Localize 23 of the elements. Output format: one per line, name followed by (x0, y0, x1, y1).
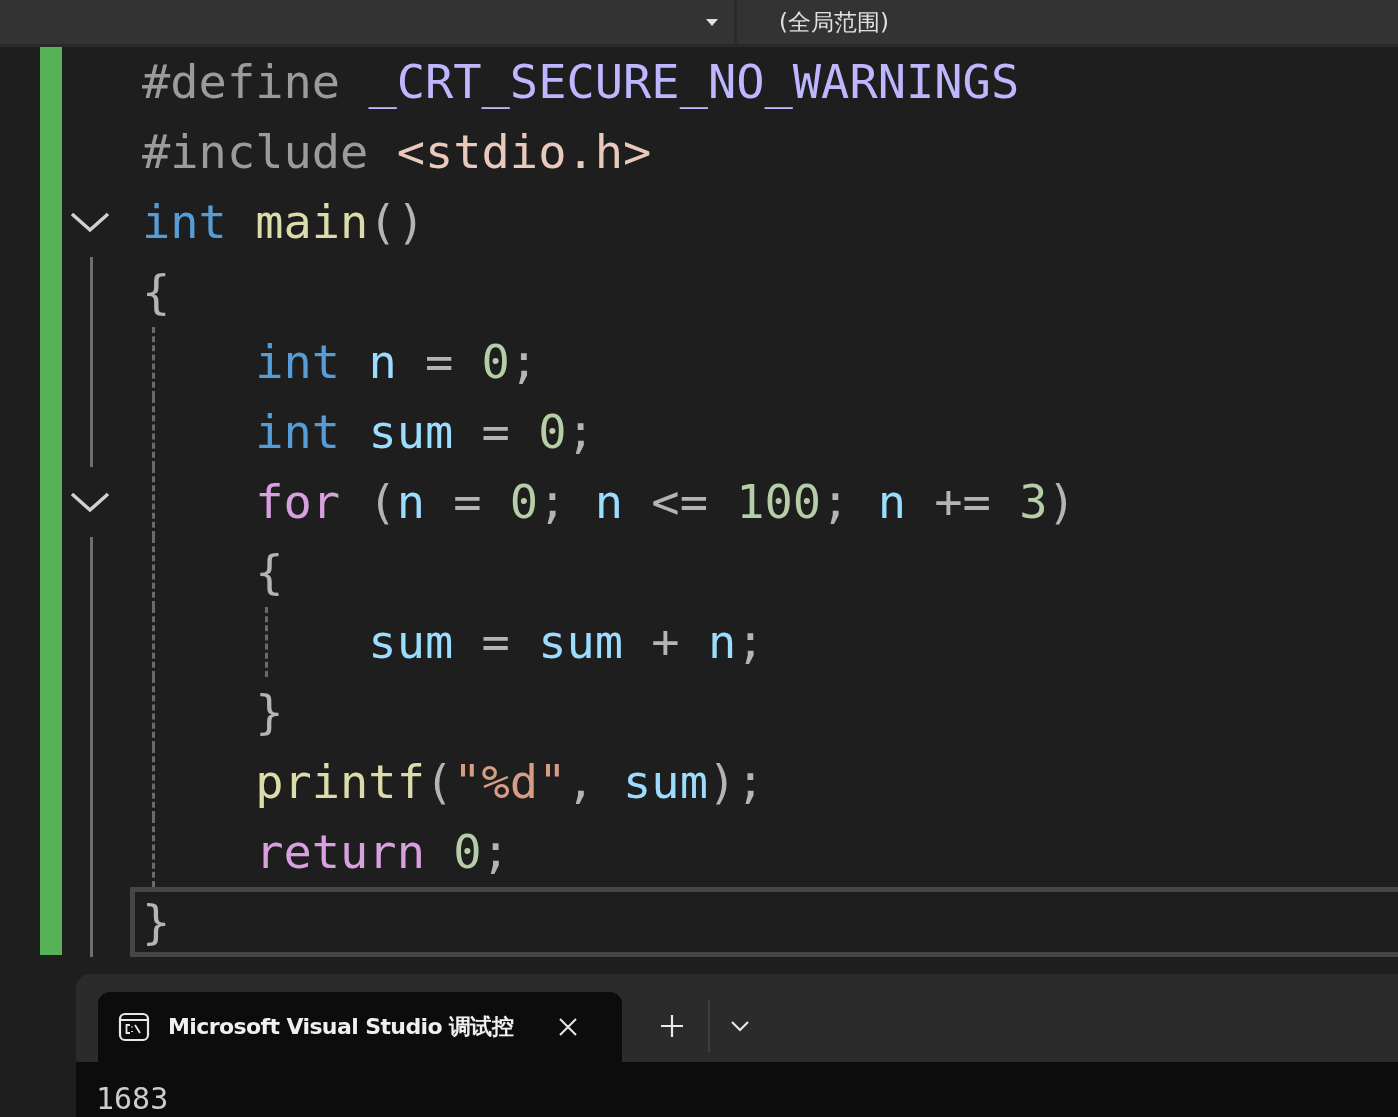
terminal-tab[interactable]: Microsoft Visual Studio 调试控 (98, 992, 622, 1062)
code-line: #define _CRT_SECURE_NO_WARNINGS (142, 53, 1020, 111)
code-line: for (n = 0; n <= 100; n += 3) (254, 473, 1076, 531)
code-line: int main() (142, 193, 425, 251)
close-icon[interactable] (558, 1017, 578, 1037)
code-line: { (254, 543, 284, 601)
dropdown-chevron-icon[interactable] (730, 1020, 750, 1032)
fold-chevron-icon[interactable] (70, 211, 110, 233)
code-line: } (142, 893, 171, 951)
console-output: 1683 (96, 1081, 169, 1116)
code-line: int n = 0; (254, 333, 539, 391)
dropdown-caret-icon[interactable] (706, 18, 718, 26)
code-line: } (254, 683, 284, 741)
code-line: printf("%d", sum); (254, 753, 765, 811)
code-line: int sum = 0; (254, 403, 595, 461)
new-tab-plus-icon[interactable] (660, 1014, 684, 1038)
code-line: { (142, 263, 171, 321)
console-icon (118, 1011, 150, 1043)
code-line: sum = sum + n; (367, 613, 765, 671)
code-line: #include <stdio.h> (142, 123, 652, 181)
scope-dropdown[interactable]: (全局范围) (779, 6, 889, 38)
fold-chevron-icon[interactable] (70, 491, 110, 513)
code-line: return 0; (254, 823, 510, 881)
